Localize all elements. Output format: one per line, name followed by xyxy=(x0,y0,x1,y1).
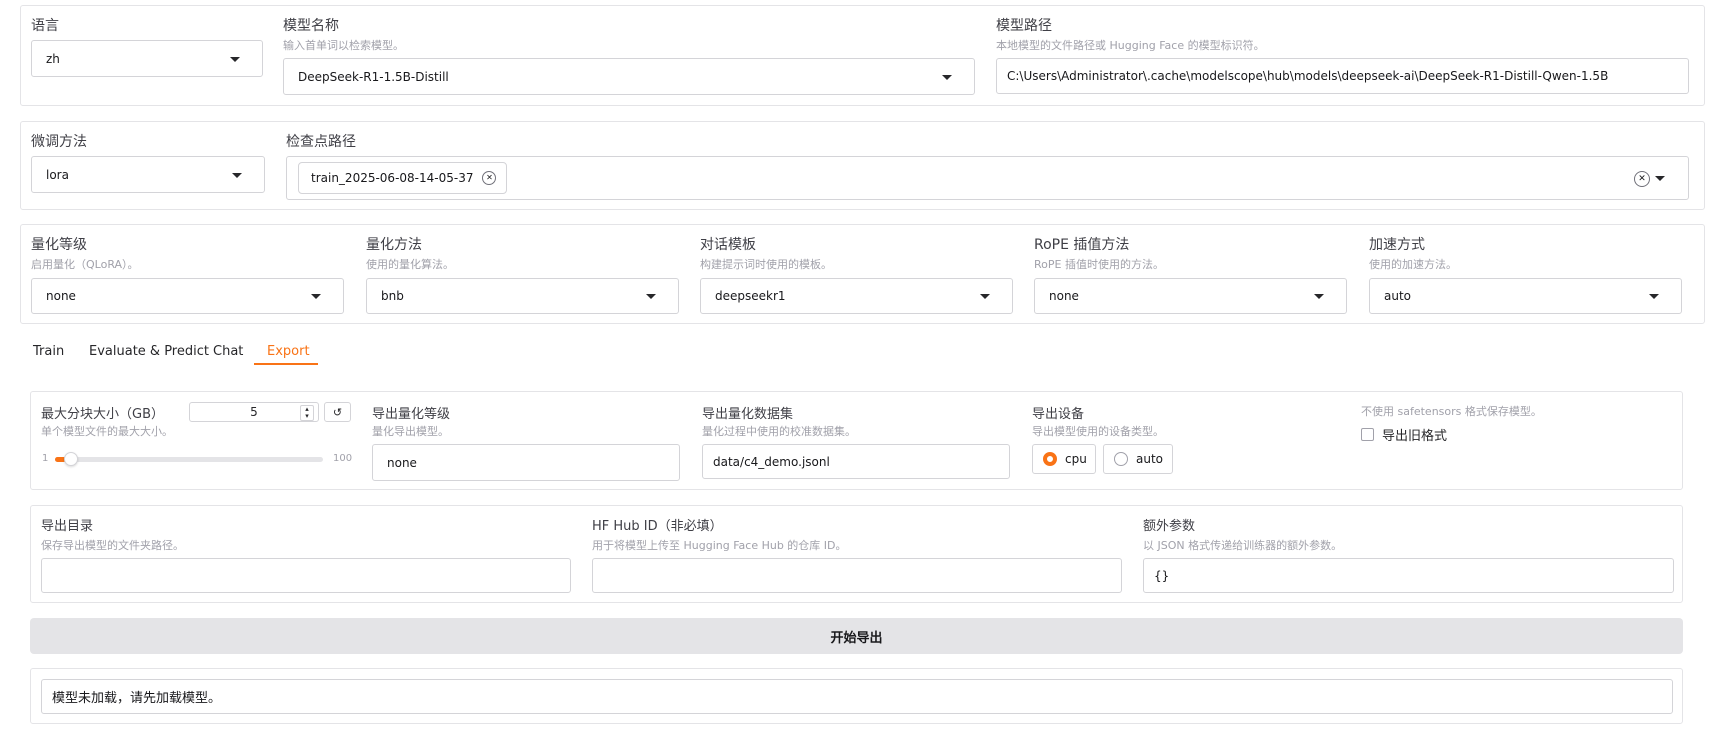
export-device-hint: 导出模型使用的设备类型。 xyxy=(1032,425,1164,438)
export-device-label: 导出设备 xyxy=(1032,407,1085,422)
quant-method-hint: 使用的量化算法。 xyxy=(366,258,454,271)
export-dir-label: 导出目录 xyxy=(41,519,94,534)
max-shard-slider[interactable] xyxy=(55,452,323,466)
rope-dropdown[interactable]: none xyxy=(1034,278,1347,314)
active-tab-indicator xyxy=(254,363,318,365)
reset-icon: ↺ xyxy=(332,405,343,419)
finetune-method-label: 微调方法 xyxy=(31,134,87,150)
export-quant-level-hint: 量化导出模型。 xyxy=(372,425,449,438)
language-label: 语言 xyxy=(31,18,59,34)
slider-max-label: 100 xyxy=(333,453,353,464)
quant-level-dropdown[interactable]: none xyxy=(31,278,344,314)
rope-hint: RoPE 插值时使用的方法。 xyxy=(1034,258,1164,271)
chevron-down-icon xyxy=(942,74,952,80)
slider-min-label: 1 xyxy=(42,453,49,464)
quant-method-label: 量化方法 xyxy=(366,237,422,253)
export-dir-hint: 保存导出模型的文件夹路径。 xyxy=(41,539,184,552)
export-quant-dataset-label: 导出量化数据集 xyxy=(702,407,794,422)
max-shard-number-input[interactable]: 5 ▴ ▾ xyxy=(189,402,319,422)
model-name-dropdown[interactable]: DeepSeek-R1-1.5B-Distill xyxy=(283,58,975,95)
booster-dropdown[interactable]: auto xyxy=(1369,278,1682,314)
template-dropdown[interactable]: deepseekr1 xyxy=(700,278,1013,314)
rope-label: RoPE 插值方法 xyxy=(1034,237,1130,253)
quant-method-dropdown[interactable]: bnb xyxy=(366,278,679,314)
booster-hint: 使用的加速方法。 xyxy=(1369,258,1457,271)
chevron-down-icon xyxy=(230,56,240,62)
quant-level-hint: 启用量化（QLoRA）。 xyxy=(31,258,139,271)
checkbox-icon xyxy=(1361,428,1374,441)
export-quant-level-dropdown[interactable]: none xyxy=(372,444,680,481)
language-dropdown[interactable]: zh xyxy=(31,40,263,77)
chevron-down-icon xyxy=(980,294,990,299)
slider-handle[interactable] xyxy=(64,452,78,466)
booster-label: 加速方式 xyxy=(1369,237,1425,253)
stepper-icon[interactable]: ▴ ▾ xyxy=(300,405,314,421)
model-path-hint: 本地模型的文件路径或 Hugging Face 的模型标识符。 xyxy=(996,39,1265,52)
legacy-format-checkbox[interactable]: 导出旧格式 xyxy=(1361,425,1447,444)
radio-selected-icon xyxy=(1043,452,1057,466)
chevron-down-icon xyxy=(1314,294,1324,299)
tab-chat[interactable]: Chat xyxy=(213,344,243,359)
reset-button[interactable]: ↺ xyxy=(324,402,351,422)
chevron-down-icon xyxy=(1655,176,1665,181)
template-label: 对话模板 xyxy=(700,237,756,253)
export-quant-dataset-hint: 量化过程中使用的校准数据集。 xyxy=(702,425,856,438)
hub-id-label: HF Hub ID（非必填） xyxy=(592,519,723,534)
template-hint: 构建提示词时使用的模板。 xyxy=(700,258,832,271)
extra-args-input[interactable]: {} xyxy=(1143,558,1674,593)
chevron-down-icon xyxy=(232,172,242,178)
device-option-auto[interactable]: auto xyxy=(1103,444,1173,474)
quant-level-label: 量化等级 xyxy=(31,237,87,253)
clear-icon[interactable]: ✕ xyxy=(1634,171,1650,187)
tab-train[interactable]: Train xyxy=(33,344,64,359)
chevron-down-icon xyxy=(646,294,656,299)
finetune-method-dropdown[interactable]: lora xyxy=(31,156,265,193)
export-dir-input[interactable] xyxy=(41,558,571,593)
export-quant-level-label: 导出量化等级 xyxy=(372,407,451,422)
export-quant-dataset-input[interactable]: data/c4_demo.jsonl xyxy=(702,444,1010,479)
max-shard-label: 最大分块大小（GB） xyxy=(41,407,164,422)
device-option-cpu[interactable]: cpu xyxy=(1032,444,1096,474)
radio-unselected-icon xyxy=(1114,452,1128,466)
chevron-down-icon xyxy=(1649,294,1659,299)
remove-tag-icon[interactable]: ✕ xyxy=(482,171,497,185)
output-textbox[interactable]: 模型未加载，请先加载模型。 xyxy=(41,679,1673,714)
model-name-hint: 输入首单词以检索模型。 xyxy=(283,39,404,52)
model-path-label: 模型路径 xyxy=(996,18,1052,34)
hub-id-hint: 用于将模型上传至 Hugging Face Hub 的仓库 ID。 xyxy=(592,539,847,552)
model-name-label: 模型名称 xyxy=(283,18,339,34)
legacy-format-hint: 不使用 safetensors 格式保存模型。 xyxy=(1361,405,1542,418)
hub-id-input[interactable] xyxy=(592,558,1122,593)
max-shard-hint: 单个模型文件的最大大小。 xyxy=(41,425,173,438)
checkpoint-path-label: 检查点路径 xyxy=(286,134,356,150)
checkpoint-path-dropdown[interactable]: train_2025-06-08-14-05-37 ✕ ✕ xyxy=(286,156,1689,200)
checkpoint-tag: train_2025-06-08-14-05-37 ✕ xyxy=(298,162,508,194)
extra-args-label: 额外参数 xyxy=(1143,519,1196,534)
tab-evaluate-predict[interactable]: Evaluate & Predict xyxy=(89,344,209,359)
chevron-down-icon xyxy=(311,294,321,299)
start-export-button[interactable]: 开始导出 xyxy=(30,618,1683,654)
extra-args-hint: 以 JSON 格式传递给训练器的额外参数。 xyxy=(1143,539,1343,552)
tab-export[interactable]: Export xyxy=(267,344,310,359)
model-path-input[interactable]: C:\Users\Administrator\.cache\modelscope… xyxy=(996,58,1689,94)
